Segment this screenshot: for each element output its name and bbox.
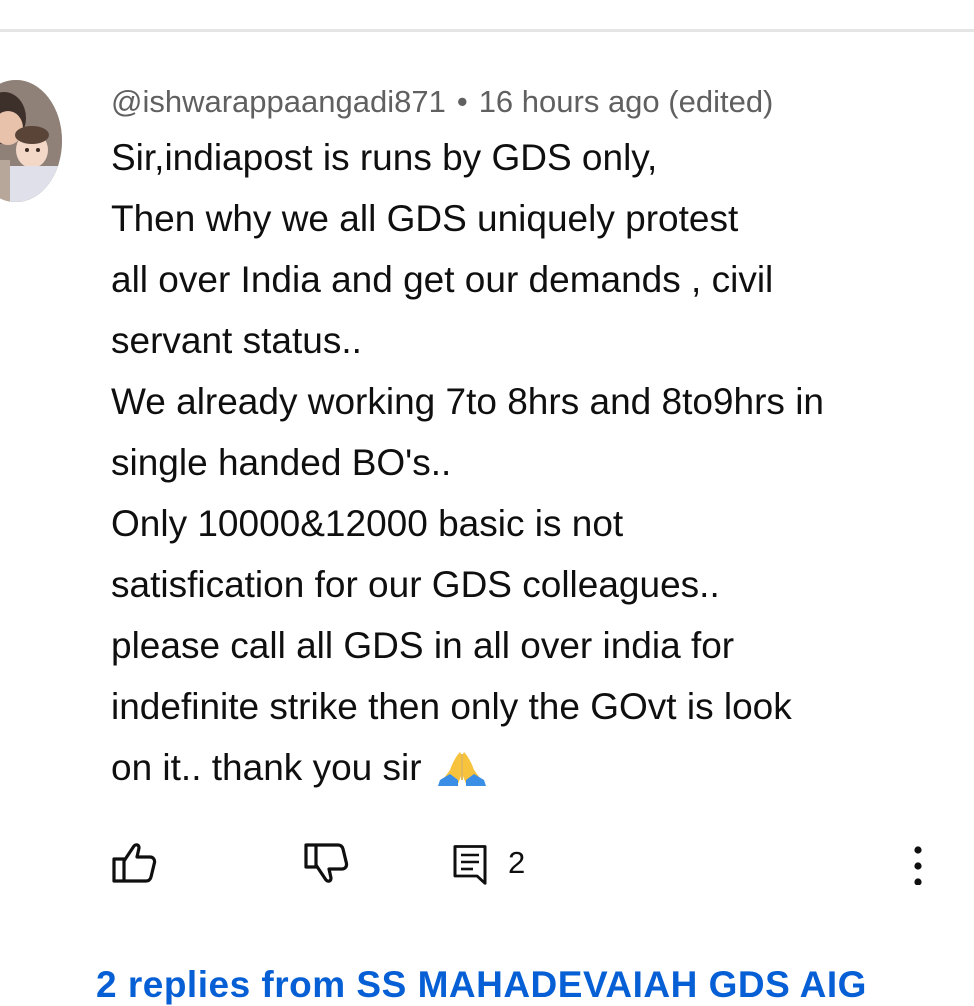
dislike-button[interactable] (302, 838, 350, 888)
comment-line: servant status.. (111, 320, 362, 361)
view-replies-link[interactable]: 2 replies from SS MAHADEVAIAH GDS AIG (96, 964, 867, 1006)
avatar-photo (0, 80, 62, 202)
comment-line: single handed BO's.. (111, 442, 452, 483)
comment-header: @ishwarappaangadi871 • 16 hours ago (edite… (111, 78, 951, 126)
thumbs-up-icon (112, 843, 157, 883)
comment-line: please call all GDS in all over india fo… (111, 625, 735, 666)
comment-line: We already working 7to 8hrs and 8to9hrs … (111, 381, 824, 422)
thumbs-down-icon (304, 843, 349, 883)
comment-line: on it.. thank you sir (111, 747, 422, 788)
reply-count: 2 (508, 845, 526, 880)
meta-separator: • (456, 84, 468, 119)
more-vertical-icon (914, 846, 922, 885)
comment-line: Only 10000&12000 basic is not (111, 503, 624, 544)
comment-time: 16 hours ago (edited) (478, 84, 774, 119)
like-button[interactable] (110, 838, 158, 888)
comment-line: Then why we all GDS uniquely protest (111, 198, 739, 239)
comment-actions: 2 (0, 838, 974, 888)
comment-line: indefinite strike then only the GOvt is … (111, 686, 792, 727)
comment-line: satisfication for our GDS colleagues.. (111, 564, 720, 605)
more-options-button[interactable] (908, 838, 928, 888)
comment: @ishwarappaangadi871 • 16 hours ago (edite… (111, 78, 951, 798)
comment-author[interactable]: @ishwarappaangadi871 (111, 84, 446, 119)
comment-reply-icon (453, 845, 487, 885)
comment-line-last: on it.. thank you sir (111, 737, 951, 798)
top-divider (0, 29, 974, 32)
folded-hands-emoji-icon (437, 752, 486, 786)
comment-line: Sir,indiapost is runs by GDS only, (111, 137, 658, 178)
comment-body: Sir,indiapost is runs by GDS only, Then … (111, 127, 951, 798)
comment-line: all over India and get our demands , civ… (111, 259, 774, 300)
reply-button[interactable]: 2 (452, 838, 525, 888)
avatar[interactable] (0, 80, 62, 202)
